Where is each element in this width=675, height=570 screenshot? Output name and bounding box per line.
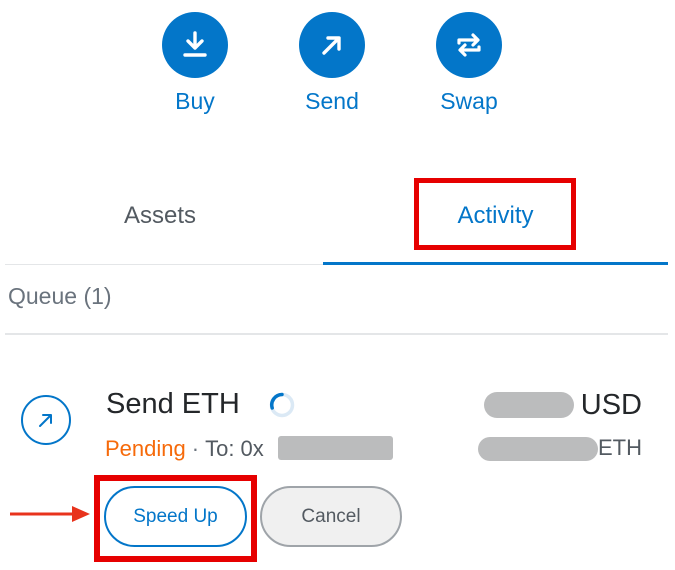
cancel-button[interactable]: Cancel xyxy=(260,486,402,547)
redacted-address xyxy=(278,436,393,460)
download-icon xyxy=(183,31,207,57)
tab-assets[interactable]: Assets xyxy=(0,186,320,246)
arrow-up-right-icon xyxy=(39,414,52,427)
send-label: Send xyxy=(305,88,359,114)
buy-button[interactable] xyxy=(162,12,228,78)
active-tab-indicator xyxy=(323,262,668,265)
status-pending: Pending xyxy=(105,436,186,461)
transaction-title: Send ETH xyxy=(106,388,240,420)
swap-icon xyxy=(457,33,481,57)
swap-button[interactable] xyxy=(436,12,502,78)
tab-assets-label: Assets xyxy=(123,202,197,229)
eth-amount: ETH xyxy=(598,435,642,460)
separator-dot: · xyxy=(191,436,200,461)
redacted-eth-amount xyxy=(478,437,598,461)
queue-header: Queue (1) xyxy=(8,283,112,309)
recipient-address: To: 0x xyxy=(205,436,264,461)
usd-amount: USD xyxy=(580,389,642,421)
spinner-icon xyxy=(269,392,295,418)
queue-divider xyxy=(5,333,668,335)
send-action[interactable]: Send xyxy=(292,12,372,115)
buy-label: Buy xyxy=(175,88,215,114)
arrow-up-right-icon xyxy=(322,36,341,55)
activity-highlight-box xyxy=(414,178,576,250)
swap-action[interactable]: Swap xyxy=(429,12,509,115)
buy-action[interactable]: Buy xyxy=(155,12,235,115)
swap-label: Swap xyxy=(440,88,498,114)
send-button[interactable] xyxy=(299,12,365,78)
pointer-arrow xyxy=(10,506,90,522)
transaction-subtitle: Pending · To: 0x xyxy=(105,436,264,462)
redacted-usd-amount xyxy=(484,392,574,418)
speed-up-highlight-box xyxy=(94,475,257,562)
transaction-type-icon-wrapper xyxy=(21,395,71,445)
